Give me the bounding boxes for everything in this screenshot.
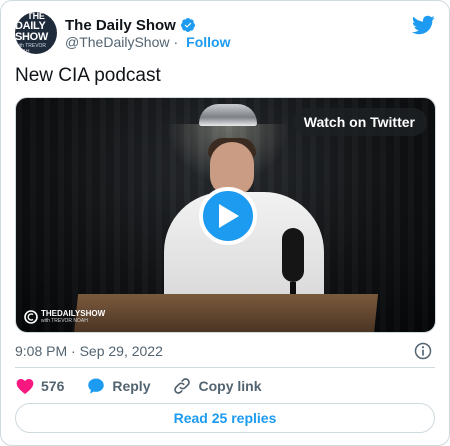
info-icon[interactable]	[413, 341, 433, 361]
reply-label: Reply	[112, 378, 151, 394]
speech-bubble-icon	[88, 378, 105, 394]
verified-badge-icon	[180, 18, 195, 32]
tweet-text: New CIA podcast	[15, 65, 161, 86]
account-name[interactable]: The Daily Show	[65, 17, 176, 34]
play-icon	[219, 204, 239, 228]
account-handle-row: @TheDailyShow · Follow	[65, 34, 230, 50]
desk	[73, 294, 379, 332]
reply-button[interactable]: Reply	[86, 376, 150, 396]
follow-button[interactable]: Follow	[186, 34, 230, 50]
watch-on-twitter-button[interactable]: Watch on Twitter	[291, 108, 427, 136]
avatar-text-line3: with TREVOR NOAH	[15, 42, 47, 55]
link-icon	[174, 378, 191, 394]
account-name-row: The Daily Show	[65, 15, 196, 35]
account-handle[interactable]: @TheDailyShow	[65, 34, 169, 50]
play-button[interactable]	[199, 187, 257, 245]
read-replies-button[interactable]: Read 25 replies	[15, 403, 435, 433]
microphone	[282, 228, 304, 282]
avatar-text-line2: DAILY SHOW	[15, 19, 49, 43]
twitter-bird-icon[interactable]	[411, 13, 435, 37]
heart-icon	[16, 379, 34, 394]
video-player[interactable]: Watch on Twitter THEDAILYSHOW with TREVO…	[15, 97, 436, 333]
copy-link-label: Copy link	[198, 378, 262, 394]
tweet-card: THE DAILY SHOW with TREVOR NOAH The Dail…	[0, 0, 450, 446]
like-count: 576	[41, 378, 65, 394]
action-bar: 576 Reply Copy link	[15, 375, 284, 397]
divider	[15, 367, 435, 368]
avatar[interactable]: THE DAILY SHOW with TREVOR NOAH	[15, 12, 57, 54]
comedy-central-logo-icon	[24, 310, 38, 324]
like-button[interactable]: 576	[15, 376, 64, 396]
watermark-title: THEDAILYSHOW	[41, 309, 106, 318]
separator: ·	[173, 34, 179, 50]
watermark-subtitle: with TREVOR NOAH	[41, 318, 88, 324]
lamp-shade	[199, 104, 257, 126]
channel-watermark: THEDAILYSHOW with TREVOR NOAH	[24, 310, 105, 324]
tweet-timestamp[interactable]: 9:08 PM · Sep 29, 2022	[15, 343, 163, 359]
copy-link-button[interactable]: Copy link	[172, 376, 262, 396]
